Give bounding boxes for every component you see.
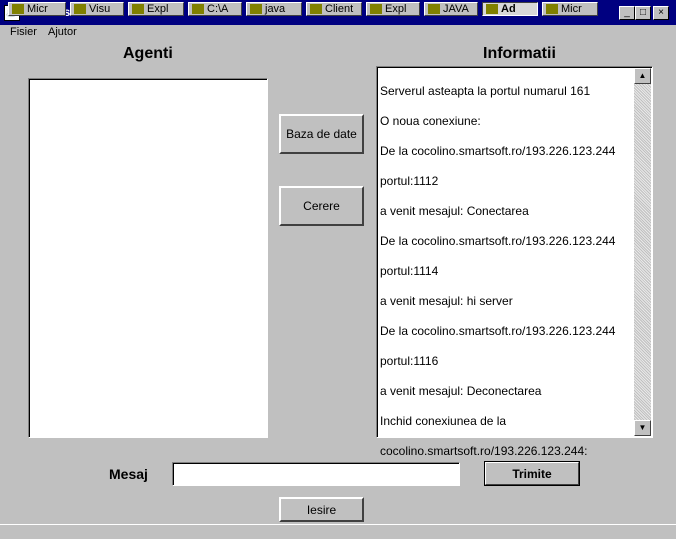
message-input[interactable] — [172, 462, 460, 486]
taskbar-item-active[interactable]: Ad — [482, 2, 538, 16]
menu-fisier[interactable]: Fisier — [10, 26, 37, 38]
minimize-button[interactable]: _ — [619, 6, 635, 20]
log-line: De la cocolino.smartsoft.ro/193.226.123.… — [380, 324, 616, 338]
taskbar-item[interactable]: C:\A — [188, 2, 242, 16]
log-line: portul:1112 — [380, 174, 439, 188]
java-icon — [486, 4, 498, 14]
exit-button[interactable]: Iesire — [279, 497, 364, 522]
log-line: De la cocolino.smartsoft.ro/193.226.123.… — [380, 234, 616, 248]
taskbar-item[interactable]: Micr — [542, 2, 598, 16]
maximize-button[interactable]: □ — [635, 6, 651, 20]
visual-icon — [74, 4, 86, 14]
log-line: O noua conexiune: — [380, 114, 481, 128]
word-icon — [12, 4, 24, 14]
java-icon — [250, 4, 262, 14]
taskbar-item[interactable]: Micr — [8, 2, 66, 16]
agents-list[interactable] — [28, 78, 268, 438]
log-line: Inchid conexiunea de la — [380, 414, 507, 428]
agents-heading: Agenti — [123, 45, 173, 62]
log-line: portul:1114 — [380, 264, 439, 278]
taskbar-item[interactable]: Visu — [70, 2, 124, 16]
explorer-icon — [132, 4, 144, 14]
explorer-icon — [370, 4, 382, 14]
java-icon — [428, 4, 440, 14]
word-icon — [546, 4, 558, 14]
folder-icon — [192, 4, 204, 14]
log-line: a venit mesajul: Deconectarea — [380, 384, 542, 398]
scroll-up-arrow-icon[interactable]: ▲ — [634, 68, 651, 84]
log-line: a venit mesajul: Conectarea — [380, 204, 529, 218]
log-line: cocolino.smartsoft.ro/193.226.123.244: — [380, 444, 588, 458]
message-label: Mesaj — [109, 466, 148, 482]
menu-ajutor[interactable]: Ajutor — [48, 26, 77, 38]
taskbar-item[interactable]: java — [246, 2, 302, 16]
taskbar-item[interactable]: JAVA — [424, 2, 478, 16]
taskbar-item[interactable]: Client — [306, 2, 362, 16]
log-line: De la cocolino.smartsoft.ro/193.226.123.… — [380, 144, 616, 158]
info-scrollbar[interactable]: ▲ ▼ — [634, 68, 651, 436]
info-log: Serverul asteapta la portul numarul 161 … — [380, 69, 634, 474]
scroll-down-arrow-icon[interactable]: ▼ — [634, 420, 651, 436]
send-button[interactable]: Trimite — [484, 461, 580, 486]
database-button[interactable]: Baza de date — [279, 114, 364, 154]
taskbar — [0, 524, 676, 539]
info-heading: Informatii — [483, 45, 556, 62]
java-icon — [310, 4, 322, 14]
log-line: portul:1116 — [380, 354, 439, 368]
log-line: Serverul asteapta la portul numarul 161 — [380, 84, 591, 98]
request-button[interactable]: Cerere — [279, 186, 364, 226]
log-line: a venit mesajul: hi server — [380, 294, 513, 308]
taskbar-item[interactable]: Expl — [366, 2, 420, 16]
close-button[interactable]: × — [653, 6, 669, 20]
taskbar-item[interactable]: Expl — [128, 2, 184, 16]
